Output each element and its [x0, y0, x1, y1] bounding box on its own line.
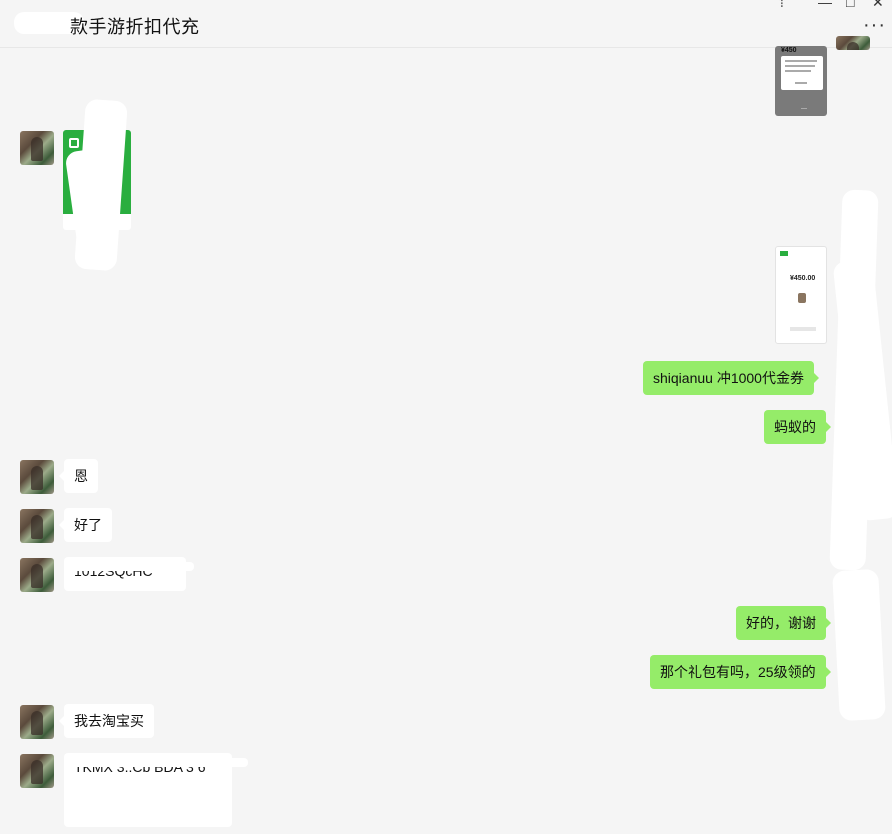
- payment-amount: ¥450.00: [790, 275, 816, 282]
- close-icon[interactable]: ✕: [872, 0, 884, 11]
- avatar-self[interactable]: [836, 36, 870, 50]
- message-bubble-incoming[interactable]: 我去淘宝买: [59, 704, 154, 738]
- redaction-scribble: [70, 758, 248, 767]
- avatar-contact[interactable]: [20, 460, 54, 494]
- pin-icon[interactable]: ⇡: [776, 0, 788, 11]
- message-bubble-outgoing[interactable]: shiqianuu 冲1000代金券: [643, 361, 819, 395]
- avatar-contact[interactable]: [20, 131, 54, 165]
- minimize-icon[interactable]: —: [818, 0, 832, 10]
- payment-avatar: [798, 293, 806, 303]
- image-message-outgoing[interactable]: ¥450: [775, 46, 827, 116]
- avatar-contact[interactable]: [20, 509, 54, 543]
- redaction-scribble: [70, 562, 194, 571]
- payment-button: [790, 327, 816, 331]
- message-bubble-outgoing[interactable]: 蚂蚁的: [764, 410, 831, 444]
- chat-title: 款手游折扣代充: [70, 17, 200, 37]
- image-amount: ¥450: [781, 47, 797, 54]
- transfer-icon: [69, 138, 79, 148]
- message-bubble-outgoing[interactable]: 那个礼包有吗，25级领的: [650, 655, 831, 689]
- payment-screenshot-outgoing[interactable]: ¥450.00: [775, 246, 827, 344]
- payment-app-icon: [780, 251, 788, 256]
- message-bubble-incoming[interactable]: 恩: [59, 459, 98, 493]
- message-bubble-incoming[interactable]: 好了: [59, 508, 112, 542]
- avatar-contact[interactable]: [20, 754, 54, 788]
- avatar-contact[interactable]: [20, 705, 54, 739]
- more-options-icon[interactable]: ···: [863, 14, 886, 37]
- message-bubble-outgoing[interactable]: 好的，谢谢: [736, 606, 831, 640]
- avatar-contact[interactable]: [20, 558, 54, 592]
- maximize-icon[interactable]: □: [846, 0, 854, 10]
- chat-header: 款手游折扣代充 ⇡ — □ ✕ ···: [0, 0, 892, 48]
- image-dialog: [781, 56, 823, 90]
- redaction-scribble: [832, 568, 886, 722]
